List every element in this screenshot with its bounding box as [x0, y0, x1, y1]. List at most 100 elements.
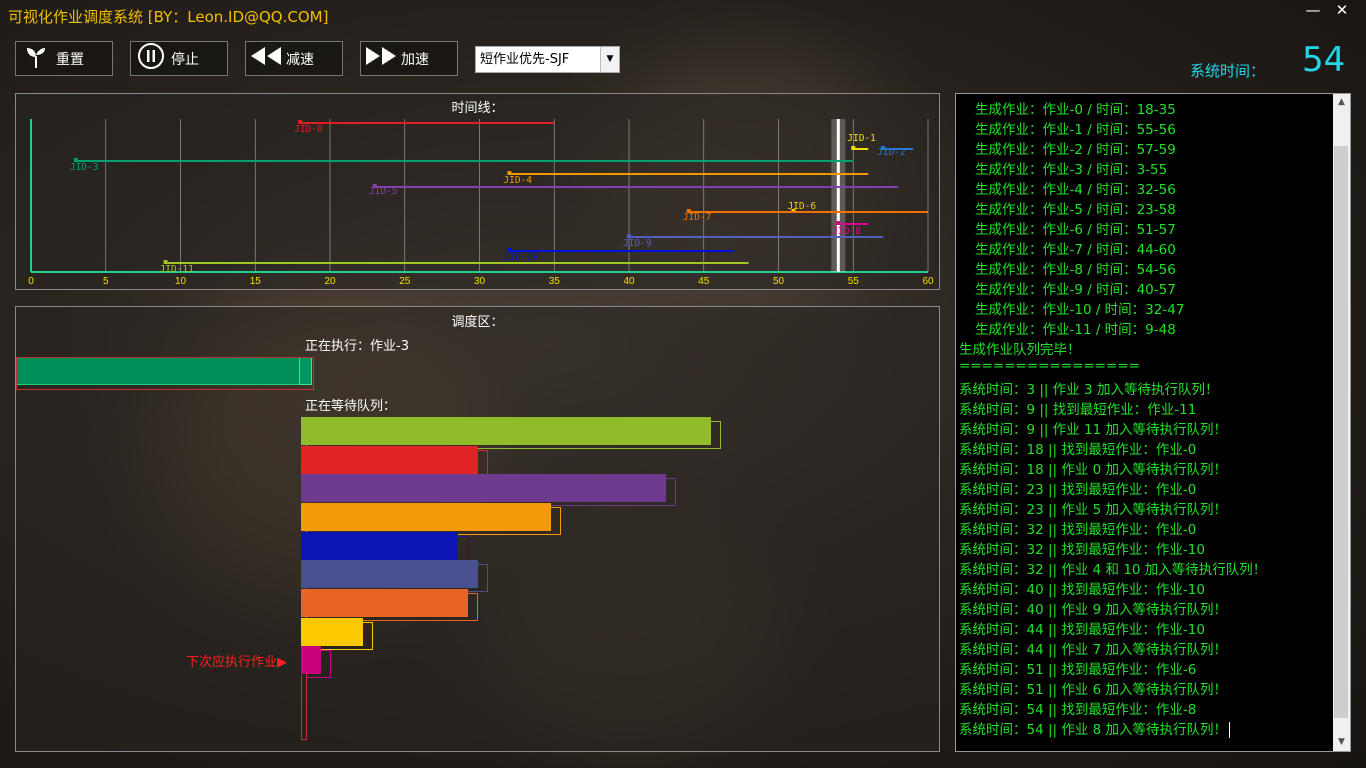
log-line: 系统时间：9 || 作业 11 加入等待执行队列！: [959, 422, 1228, 438]
log-line: 系统时间：18 || 作业 0 加入等待执行队列！: [959, 462, 1228, 478]
chevron-down-icon: ▼: [600, 47, 619, 72]
job-label: JID-0: [294, 124, 323, 135]
log-line: 系统时间：51 || 找到最短作业：作业-6: [959, 662, 1197, 678]
log-line: 生成作业：作业-8 / 时间：54-56: [975, 262, 1176, 278]
log-line: 生成作业：作业-4 / 时间：32-56: [975, 182, 1176, 198]
close-button[interactable]: ✕: [1327, 0, 1357, 22]
x-tick-label: 10: [175, 276, 187, 287]
scroll-thumb[interactable]: [1334, 146, 1348, 718]
rewind-icon: [246, 47, 286, 70]
job-label: JID-9: [623, 238, 652, 249]
log-line: 生成作业：作业-1 / 时间：55-56: [975, 122, 1176, 138]
log-line: 生成作业：作业-11 / 时间：9-48: [975, 322, 1176, 338]
timeline-chart: 0 5 10 15 20 25 30 35 40 45 50 55 60 JID-0 JID-1JID-2 J…: [28, 119, 934, 287]
log-line: 系统时间：54 || 找到最短作业：作业-8: [959, 702, 1197, 718]
reset-label: 重置: [56, 51, 84, 68]
job-label: JID-7: [683, 212, 712, 223]
log-line: 系统时间：3 || 作业 3 加入等待执行队列！: [959, 382, 1219, 398]
system-time-value: 54: [1302, 40, 1346, 80]
slow-down-label: 减速: [286, 51, 314, 68]
title-bar: 可视化作业调度系统 [BY：Leon.ID@QQ.COM] — ✕: [0, 0, 1366, 34]
job-start-marker: [851, 146, 856, 150]
x-tick-label: 25: [399, 276, 411, 287]
log-line: 生成作业：作业-0 / 时间：18-35: [975, 102, 1176, 118]
minimize-button[interactable]: —: [1298, 0, 1328, 22]
speed-up-button[interactable]: 加速: [360, 41, 458, 76]
job-label: JID-5: [369, 186, 398, 197]
log-line: 生成作业：作业-9 / 时间：40-57: [975, 282, 1176, 298]
log-line: 生成作业：作业-3 / 时间：3-55: [975, 162, 1168, 178]
log-line: 系统时间：23 || 找到最短作业：作业-0: [959, 482, 1197, 498]
schedule-panel: 调度区： 正在执行：作业-3 正在等待队列： 下次应执行作业▶: [15, 306, 940, 752]
reset-button[interactable]: 重置: [15, 41, 113, 76]
x-tick-label: 20: [324, 276, 336, 287]
queue-bar: [301, 646, 321, 674]
log-line: 系统时间：44 || 作业 7 加入等待执行队列！: [959, 642, 1228, 658]
log-line: 系统时间：51 || 作业 6 加入等待执行队列！: [959, 682, 1228, 698]
queue-bar: [301, 560, 478, 588]
queue-bar: [301, 446, 478, 474]
job-label: JID-3: [70, 162, 99, 173]
queue-bar: [301, 503, 551, 531]
x-tick-label: 35: [549, 276, 561, 287]
timeline-panel: 时间线： 0 5 10 15 20 25 30 35 40 45 50 55 60 JID-0 JID-1 J…: [15, 93, 940, 290]
log-line: ================: [959, 358, 1140, 374]
algorithm-value: 短作业优先-SJF: [480, 52, 570, 67]
queue-bar: [301, 532, 458, 560]
log-panel[interactable]: 生成作业：作业-0 / 时间：18-35 生成作业：作业-1 / 时间：55-56…: [955, 93, 1351, 752]
queue-end-marker: [301, 675, 307, 740]
x-tick-label: 0: [28, 276, 34, 287]
log-line: 生成作业：作业-5 / 时间：23-58: [975, 202, 1176, 218]
job-label: JID-1: [847, 133, 876, 144]
log-line: 系统时间：23 || 作业 5 加入等待执行队列！: [959, 502, 1228, 518]
x-tick-label: 50: [773, 276, 785, 287]
x-tick-label: 55: [848, 276, 860, 287]
job-label: JID-4: [503, 175, 532, 186]
job-label: JID-6: [787, 201, 816, 212]
log-line: 系统时间：44 || 找到最短作业：作业-10: [959, 622, 1205, 638]
text-cursor: [1229, 722, 1231, 738]
log-line: 系统时间：32 || 作业 4 和 10 加入等待执行队列！: [959, 562, 1267, 578]
queue-bar: [301, 618, 363, 646]
x-tick-label: 15: [250, 276, 262, 287]
stop-button[interactable]: 停止: [130, 41, 228, 76]
queue-bar: [301, 589, 468, 617]
log-line: 生成作业：作业-7 / 时间：44-60: [975, 242, 1176, 258]
log-scrollbar[interactable]: ▲ ▼: [1333, 94, 1350, 751]
x-tick-label: 45: [698, 276, 710, 287]
running-label: 正在执行：作业-3: [305, 339, 409, 354]
queue-bar: [301, 417, 711, 445]
log-line: 系统时间：18 || 找到最短作业：作业-0: [959, 442, 1197, 458]
job-label: JID-8: [832, 226, 861, 237]
job-label: JID-2: [877, 147, 906, 158]
speed-up-label: 加速: [401, 51, 429, 68]
running-job-outline: [16, 357, 314, 390]
log-line: 系统时间：32 || 找到最短作业：作业-10: [959, 542, 1205, 558]
x-tick-label: 5: [103, 276, 109, 287]
sprout-icon: [16, 44, 56, 73]
fast-forward-icon: [361, 47, 401, 70]
log-line: 系统时间：9 || 找到最短作业：作业-11: [959, 402, 1197, 418]
x-tick-label: 40: [623, 276, 635, 287]
slow-down-button[interactable]: 减速: [245, 41, 343, 76]
log-line: 生成作业：作业-6 / 时间：51-57: [975, 222, 1176, 238]
log-line: 系统时间：54 || 作业 8 加入等待执行队列！: [959, 718, 1231, 738]
log-line: 系统时间：40 || 找到最短作业：作业-10: [959, 582, 1205, 598]
log-line: 系统时间：32 || 找到最短作业：作业-0: [959, 522, 1197, 538]
log-line: 生成作业：作业-10 / 时间：32-47: [975, 302, 1185, 318]
log-line: 系统时间：40 || 作业 9 加入等待执行队列！: [959, 602, 1228, 618]
schedule-title: 调度区：: [451, 315, 504, 330]
job-label: JID-11: [160, 264, 195, 275]
next-job-label: 下次应执行作业▶: [186, 655, 287, 670]
log-line: 生成作业队列完毕！: [959, 342, 1081, 358]
algorithm-select[interactable]: 短作业优先-SJF ▼: [475, 46, 620, 73]
queue-bar: [301, 474, 666, 502]
x-tick-label: 30: [474, 276, 486, 287]
waiting-label: 正在等待队列：: [305, 399, 397, 414]
scroll-up-icon[interactable]: ▲: [1333, 94, 1350, 111]
scroll-down-icon[interactable]: ▼: [1333, 734, 1350, 751]
x-tick-label: 60: [922, 276, 934, 287]
job-label: JID-10: [503, 252, 538, 263]
system-time-label: 系统时间：: [1190, 62, 1266, 80]
stop-label: 停止: [171, 51, 199, 68]
